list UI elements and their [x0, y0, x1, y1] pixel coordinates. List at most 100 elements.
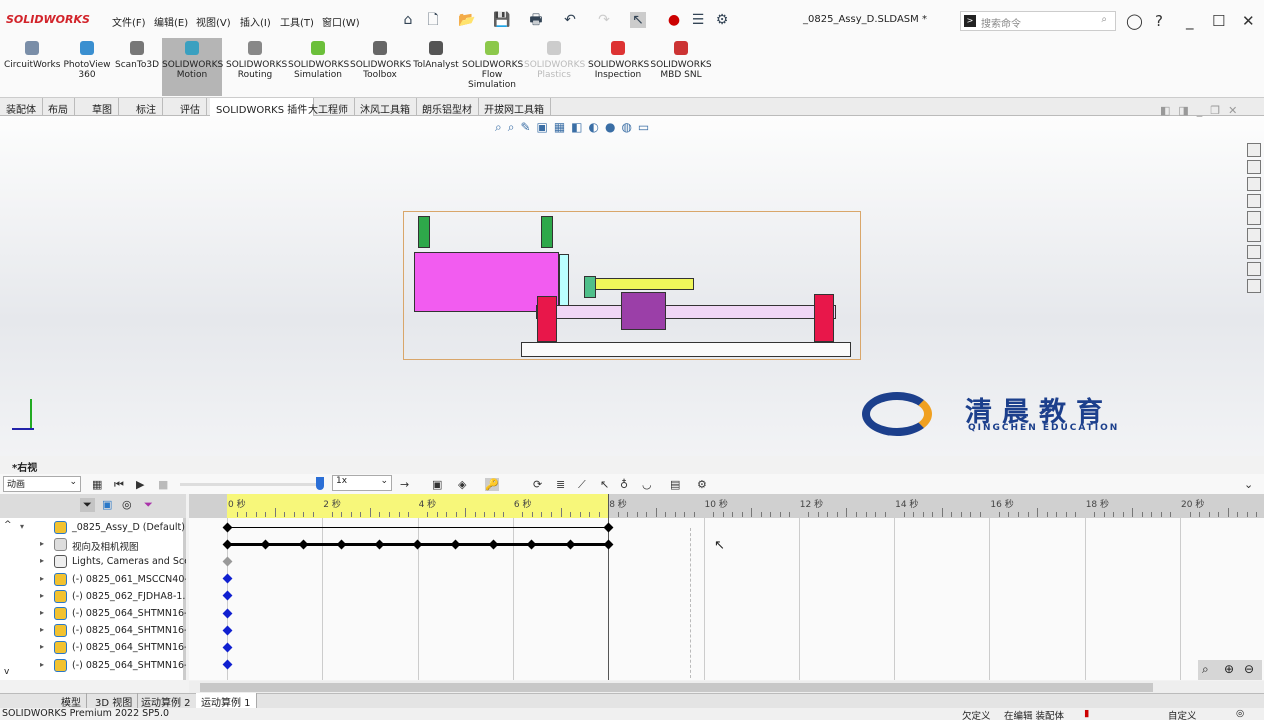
zoom-fit-icon[interactable]: ⌕ — [1202, 662, 1209, 677]
collapse-icon[interactable]: ▾ — [20, 522, 24, 531]
ribbon-button[interactable]: SOLIDWORKS Toolbox — [350, 38, 411, 96]
rebuild-icon[interactable]: ● — [666, 12, 682, 28]
home-tab-icon[interactable] — [1247, 143, 1261, 157]
autokey-icon[interactable]: 🔑 — [485, 478, 499, 491]
tab-6[interactable]: 大工程师 — [302, 98, 355, 116]
damper-icon[interactable]: ⟋ — [578, 478, 586, 492]
tree-row[interactable]: ▸ (-) 0825_064_SHTMN16- — [0, 639, 186, 656]
menu-item[interactable]: 视图(V) — [196, 14, 231, 29]
ribbon-button[interactable]: SOLIDWORKS Simulation — [288, 38, 349, 96]
gear-icon[interactable]: ⚙ — [714, 12, 730, 28]
collapse-motion-manager-icon[interactable]: ⌄ — [1244, 478, 1253, 491]
close-button[interactable]: ✕ — [1242, 12, 1255, 30]
bottom-tab[interactable]: 3D 视图 — [90, 693, 139, 709]
bottom-tab[interactable]: 模型 — [56, 693, 87, 709]
tree-row[interactable]: ▸ (-) 0825_064_SHTMN16- — [0, 622, 186, 639]
filter-animated-icon[interactable]: ▣ — [102, 498, 112, 511]
save-animation-icon[interactable]: ▣ — [432, 478, 442, 491]
home-icon[interactable]: ⌂ — [400, 12, 416, 28]
appearances-icon[interactable] — [1247, 211, 1261, 225]
file-explorer-icon[interactable] — [1247, 194, 1261, 208]
ribbon-button[interactable]: PhotoView 360 — [62, 38, 112, 96]
calculate-icon[interactable]: ▦ — [92, 478, 102, 491]
customize-icon[interactable]: ◎ — [1236, 708, 1244, 719]
search-input[interactable]: > 搜索命令 ⌕ — [960, 11, 1116, 31]
ribbon-button[interactable]: SOLIDWORKS Motion — [162, 38, 223, 96]
properties-icon[interactable] — [1247, 228, 1261, 242]
help-icon[interactable]: ? — [1155, 12, 1163, 30]
playback-mode-icon[interactable]: → — [400, 478, 409, 491]
options-list-icon[interactable]: ☰ — [690, 12, 706, 28]
menu-item[interactable]: 插入(I) — [240, 14, 271, 29]
play-icon[interactable]: ▶ — [136, 478, 144, 491]
minimize-button[interactable]: _ — [1186, 12, 1194, 30]
tree-row[interactable]: ▸ (-) 0825_064_SHTMN16- — [0, 657, 186, 674]
tab-0[interactable]: 装配体 — [0, 98, 43, 116]
ribbon-button[interactable]: SOLIDWORKS Inspection — [588, 38, 649, 96]
filter-driving-icon[interactable]: ◎ — [122, 498, 132, 511]
viewport-window-controls[interactable]: ◧◨_❐✕ — [1160, 104, 1245, 117]
ribbon-button[interactable]: TolAnalyst — [412, 38, 460, 96]
library-icon[interactable] — [1247, 279, 1261, 293]
filter-icon[interactable]: ⏷ — [80, 498, 95, 512]
heads-up-view-toolbar[interactable]: ⌕⌕✎▣▦◧◐●◍▭ — [495, 120, 655, 135]
expand-icon[interactable]: ▸ — [40, 574, 44, 583]
rebuild-status-icon[interactable]: ▮ — [1084, 708, 1089, 719]
bottom-tab[interactable]: 运动算例 1 — [196, 693, 257, 709]
tab-8[interactable]: 朗乐铝型材 — [416, 98, 479, 116]
forum-icon[interactable] — [1247, 262, 1261, 276]
tree-row[interactable]: ▸ (-) 0825_064_SHTMN16- — [0, 605, 186, 622]
expand-icon[interactable]: ▸ — [40, 625, 44, 634]
print-icon[interactable]: 🖶 — [528, 12, 544, 28]
study-type-select[interactable]: 动画 ⌄ — [3, 476, 81, 492]
task-pane-tabs[interactable] — [1244, 140, 1264, 310]
tree-row[interactable]: ▾ _0825_Assy_D (Default) <Def — [0, 519, 186, 536]
account-icon[interactable]: ◯ — [1126, 12, 1143, 30]
timeline-scrollbar-thumb[interactable] — [200, 683, 1153, 692]
tree-row[interactable]: ▸ (-) 0825_061_MSCCN40- — [0, 571, 186, 588]
save-icon[interactable]: 💾 — [493, 12, 510, 28]
contact-icon[interactable]: ♁ — [620, 478, 628, 491]
resources-tab-icon[interactable] — [1247, 160, 1261, 174]
ribbon-button[interactable]: SOLIDWORKS Plastics — [524, 38, 585, 96]
redo-icon[interactable]: ↷ — [596, 12, 612, 28]
tab-3[interactable]: 标注 — [130, 98, 163, 116]
search-icon[interactable]: ⌕ — [1101, 14, 1107, 25]
bottom-tab[interactable]: 运动算例 2 — [136, 693, 197, 709]
expand-icon[interactable]: ▸ — [40, 660, 44, 669]
menu-item[interactable]: 文件(F) — [112, 14, 146, 29]
timeline-area[interactable] — [189, 494, 1264, 680]
tab-7[interactable]: 沐风工具箱 — [354, 98, 417, 116]
expand-icon[interactable]: ▸ — [40, 591, 44, 600]
ribbon-button[interactable]: SOLIDWORKS MBD SNL — [650, 38, 712, 96]
tree-row[interactable]: ▸ 视向及相机视图 — [0, 536, 186, 553]
filter-selected-icon[interactable]: ⏷ — [144, 498, 153, 512]
expand-icon[interactable]: ▸ — [40, 608, 44, 617]
menu-item[interactable]: 窗口(W) — [322, 14, 360, 29]
play-from-start-icon[interactable]: ⏮ — [114, 478, 124, 492]
tab-5[interactable]: SOLIDWORKS 插件 — [210, 98, 315, 116]
tree-row[interactable]: ▸ (-) 0825_062_FJDHA8-1.2 — [0, 588, 186, 605]
playback-slider[interactable] — [180, 483, 320, 486]
animation-wizard-icon[interactable]: ◈ — [458, 478, 466, 491]
undo-icon[interactable]: ↶ — [562, 12, 578, 28]
spring-icon[interactable]: ≣ — [556, 478, 565, 491]
ribbon-button[interactable]: SOLIDWORKS Routing — [226, 38, 287, 96]
maximize-button[interactable]: ☐ — [1212, 12, 1225, 30]
ribbon-button[interactable]: CircuitWorks — [4, 38, 60, 96]
expand-icon[interactable]: ▸ — [40, 556, 44, 565]
motor-icon[interactable]: ⟳ — [533, 478, 542, 491]
study-properties-icon[interactable]: ⚙ — [697, 478, 707, 491]
select-icon[interactable]: ↖ — [630, 12, 646, 28]
tab-9[interactable]: 开拔网工具箱 — [478, 98, 551, 116]
ribbon-button[interactable]: ScanTo3D — [114, 38, 160, 96]
design-library-icon[interactable] — [1247, 177, 1261, 191]
zoom-out-icon[interactable]: ⊖ — [1244, 662, 1254, 676]
gravity-icon[interactable]: ◡ — [642, 478, 652, 491]
expand-icon[interactable]: ▸ — [40, 539, 44, 548]
new-document-icon[interactable]: 🗋 — [425, 12, 441, 28]
expand-icon[interactable]: ▸ — [40, 642, 44, 651]
tab-2[interactable]: 草图 — [86, 98, 119, 116]
stop-icon[interactable]: ■ — [158, 478, 168, 491]
assembly-model[interactable] — [403, 211, 861, 360]
